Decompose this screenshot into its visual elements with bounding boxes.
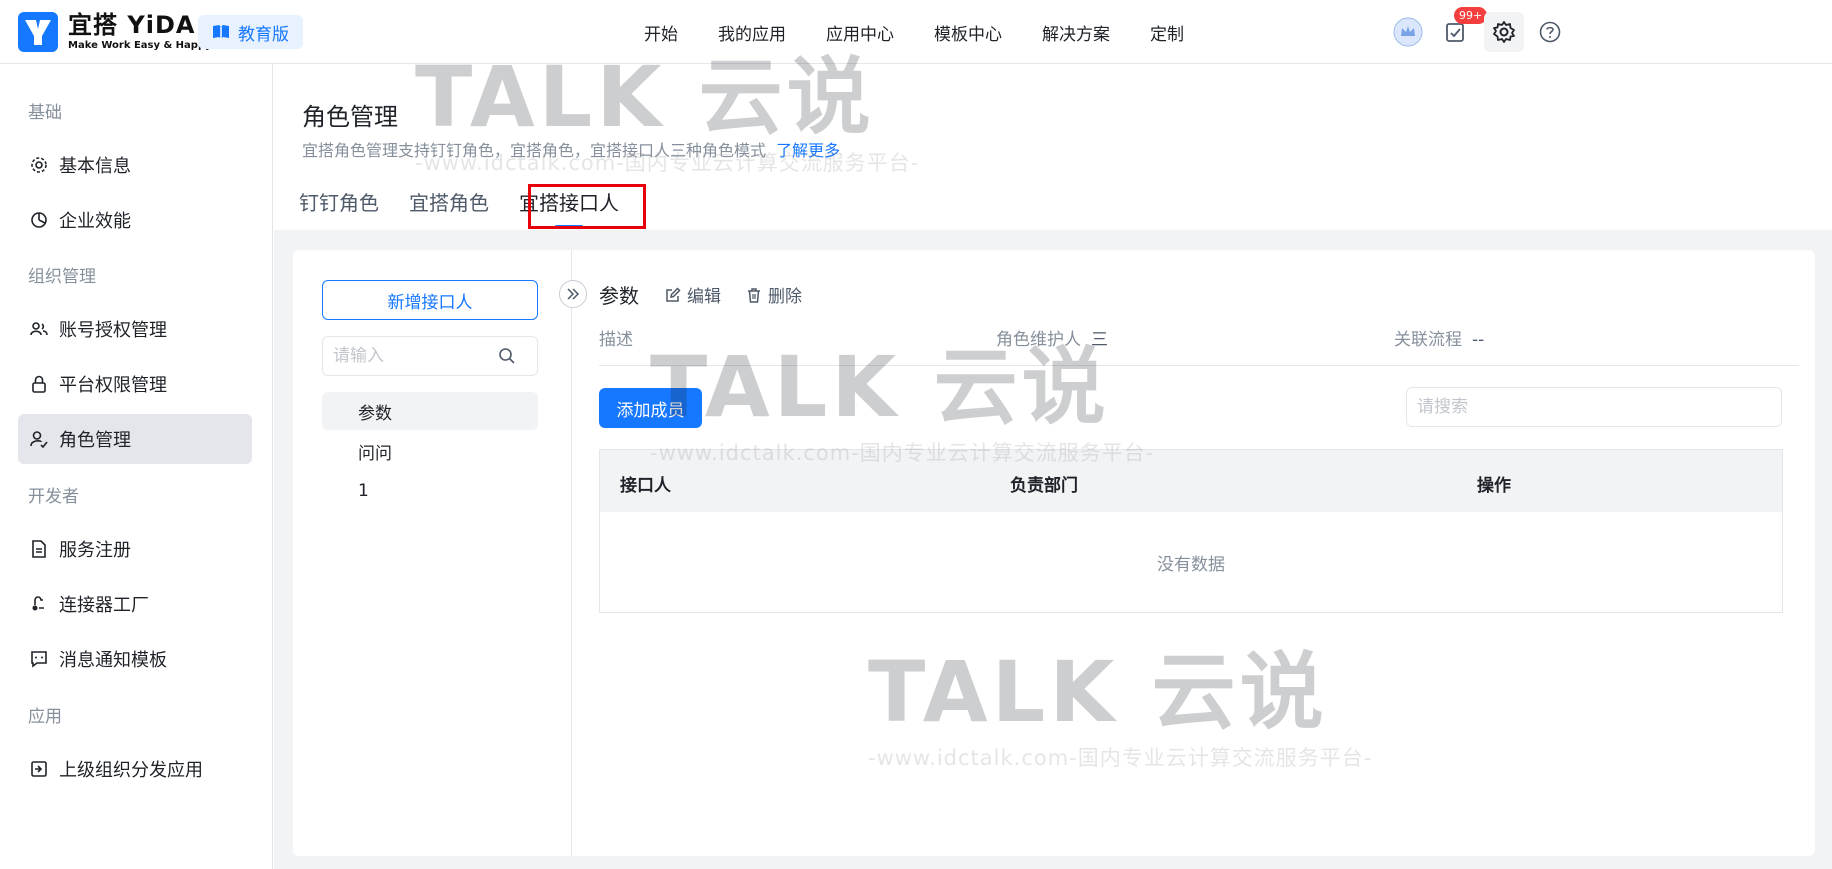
page-title: 角色管理 — [302, 103, 398, 131]
sidebar-item-label: 账号授权管理 — [59, 320, 167, 341]
sidebar-item-label: 企业效能 — [59, 211, 131, 232]
sidebar-item-label: 平台权限管理 — [59, 375, 167, 396]
connector-icon — [32, 596, 44, 611]
empty-state: 没有数据 — [1157, 554, 1225, 575]
role-list-panel: 新增接口人 参数 问问 1 — [293, 250, 572, 856]
role-search-input[interactable] — [333, 346, 498, 366]
meta-description: 描述 — [599, 325, 643, 350]
gear-icon — [31, 157, 47, 173]
nav-app-center[interactable]: 应用中心 — [826, 20, 894, 45]
pie-chart-icon — [31, 212, 47, 228]
page-description-text: 宜搭角色管理支持钉钉角色，宜搭角色，宜搭接口人三种角色模式 — [302, 141, 767, 160]
column-department: 负责部门 — [1010, 476, 1078, 496]
tab-yida-interface-person[interactable]: 宜搭接口人 — [504, 182, 634, 230]
document-icon — [32, 540, 46, 558]
add-member-button[interactable]: 添加成员 — [599, 388, 702, 428]
lock-icon — [32, 375, 46, 393]
role-tabs: 钉钉角色 宜搭角色 宜搭接口人 — [284, 182, 634, 230]
double-chevron-right-icon — [567, 288, 580, 300]
main-nav: 开始 我的应用 应用中心 模板中心 解决方案 定制 — [624, 0, 1204, 64]
sidebar-item-service-register[interactable]: 服务注册 — [18, 524, 252, 574]
sidebar-item-label: 服务注册 — [59, 540, 131, 561]
sidebar-item-message-template[interactable]: 消息通知模板 — [18, 634, 252, 684]
crown-avatar-icon[interactable] — [1392, 16, 1424, 48]
page-description: 宜搭角色管理支持钉钉角色，宜搭角色，宜搭接口人三种角色模式 了解更多 — [302, 137, 840, 161]
meta-related-process-label: 关联流程 — [1394, 330, 1462, 350]
meta-related-process-value: -- — [1472, 330, 1485, 350]
table-header: 接口人 负责部门 操作 — [600, 450, 1782, 512]
main-content: 角色管理 宜搭角色管理支持钉钉角色，宜搭角色，宜搭接口人三种角色模式 了解更多 钉… — [274, 64, 1832, 869]
role-list-item[interactable]: 参数 — [322, 392, 538, 430]
settings-gear-icon[interactable] — [1484, 12, 1524, 52]
member-table: 接口人 负责部门 操作 没有数据 — [599, 449, 1783, 613]
edit-label: 编辑 — [687, 287, 721, 307]
yida-logo-icon — [18, 12, 58, 52]
member-search-box[interactable] — [1406, 387, 1782, 427]
sidebar-group-org: 组织管理 — [28, 267, 96, 287]
sidebar-item-distribute-app[interactable]: 上级组织分发应用 — [18, 744, 252, 794]
trash-icon — [748, 287, 760, 303]
delete-label: 删除 — [768, 287, 802, 307]
sidebar-item-platform-permission[interactable]: 平台权限管理 — [18, 359, 252, 409]
meta-maintainer: 角色维护人三 — [996, 325, 1108, 350]
nav-template-center[interactable]: 模板中心 — [934, 20, 1002, 45]
meta-maintainer-value: 三 — [1091, 330, 1108, 350]
sidebar-item-label: 角色管理 — [59, 430, 131, 451]
role-list-item[interactable]: 问问 — [322, 432, 538, 470]
sidebar-item-connector-factory[interactable]: 连接器工厂 — [18, 579, 252, 629]
page-header: 角色管理 宜搭角色管理支持钉钉角色，宜搭角色，宜搭接口人三种角色模式 了解更多 钉… — [274, 64, 1832, 230]
role-detail-title: 参数 — [599, 284, 639, 308]
add-interface-person-button[interactable]: 新增接口人 — [322, 280, 538, 320]
sidebar-item-label: 连接器工厂 — [59, 595, 149, 616]
meta-description-label: 描述 — [599, 330, 633, 350]
meta-related-process: 关联流程 -- — [1394, 325, 1484, 350]
sidebar-group-app: 应用 — [28, 707, 62, 727]
delete-button[interactable]: 删除 — [746, 282, 802, 307]
sidebar-group-basic: 基础 — [28, 103, 62, 123]
sidebar-group-developer: 开发者 — [28, 487, 79, 507]
import-icon — [31, 761, 47, 777]
edit-button[interactable]: 编辑 — [665, 282, 721, 307]
sidebar-item-label: 基本信息 — [59, 156, 131, 177]
brand-slogan: Make Work Easy & Happy — [68, 40, 212, 51]
user-check-icon — [30, 431, 48, 448]
nav-custom[interactable]: 定制 — [1150, 20, 1184, 45]
sidebar-item-account-auth[interactable]: 账号授权管理 — [18, 304, 252, 354]
column-interface-person: 接口人 — [620, 476, 671, 496]
users-icon — [30, 322, 48, 336]
sidebar-item-role-management[interactable]: 角色管理 — [18, 414, 252, 464]
message-icon — [31, 651, 47, 668]
sidebar-item-label: 上级组织分发应用 — [59, 760, 203, 781]
divider — [599, 365, 1799, 366]
nav-my-apps[interactable]: 我的应用 — [718, 20, 786, 45]
sidebar: 基础 基本信息 企业效能 组织管理 账号授权管理 平台权限管理 角色管理 开发者… — [0, 64, 273, 869]
sidebar-item-label: 消息通知模板 — [59, 650, 167, 671]
edit-icon — [666, 286, 681, 302]
expand-panel-button[interactable] — [559, 280, 587, 308]
sidebar-item-efficiency[interactable]: 企业效能 — [18, 195, 252, 245]
yida-logo[interactable]: 宜搭 YiDA Make Work Easy & Happy — [18, 12, 212, 52]
book-icon — [213, 25, 229, 39]
learn-more-link[interactable]: 了解更多 — [776, 141, 840, 160]
member-search-input[interactable] — [1417, 397, 1757, 417]
brand-name: 宜搭 YiDA — [68, 11, 196, 39]
column-actions: 操作 — [1477, 476, 1511, 496]
edition-badge[interactable]: 教育版 — [198, 15, 303, 49]
notification-badge: 99+ — [1454, 7, 1488, 24]
role-list-item[interactable]: 1 — [322, 472, 538, 510]
nav-solutions[interactable]: 解决方案 — [1042, 20, 1110, 45]
nav-start[interactable]: 开始 — [644, 20, 678, 45]
search-icon[interactable] — [498, 347, 516, 365]
content-card: 新增接口人 参数 问问 1 参数 编辑 删除 描述 — [293, 250, 1815, 856]
role-detail: 参数 编辑 删除 描述 角色维护人三 关联流程 -- 添加成员 请搜索 接口人 … — [599, 250, 1799, 856]
sidebar-item-basic-info[interactable]: 基本信息 — [18, 140, 252, 190]
todo-check-icon[interactable]: 99+ — [1440, 7, 1488, 48]
tab-yida-role[interactable]: 宜搭角色 — [394, 182, 504, 230]
edition-label: 教育版 — [238, 24, 289, 45]
help-icon[interactable] — [1534, 16, 1566, 48]
meta-maintainer-label: 角色维护人 — [996, 330, 1081, 350]
role-search-box[interactable] — [322, 336, 538, 376]
top-bar: 宜搭 YiDA Make Work Easy & Happy 教育版 开始 我的… — [0, 0, 1832, 64]
tab-dingtalk-role[interactable]: 钉钉角色 — [284, 182, 394, 230]
